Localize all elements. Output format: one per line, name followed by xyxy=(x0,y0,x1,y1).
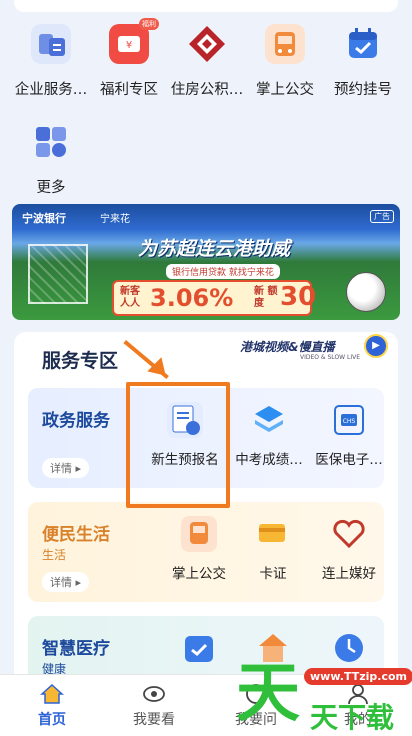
rate-value: 3.06% xyxy=(150,284,234,312)
enterprise-icon xyxy=(31,24,71,64)
svg-text:CHS: CHS xyxy=(343,418,356,425)
amount-value: 30 xyxy=(280,282,317,312)
tab-label: 首页 xyxy=(38,712,66,728)
play-icon[interactable]: ▶ xyxy=(364,334,388,358)
tab-home[interactable]: 首页 xyxy=(12,683,92,729)
video-promo-sublabel: VIDEO & SLOW LIVE xyxy=(300,354,361,361)
rate-box: 新客 人人 3.06% 新 额度 30 xyxy=(112,280,316,316)
grid-item-appointment[interactable]: 预约挂号 xyxy=(322,24,404,99)
grid-item-more[interactable]: 更多 xyxy=(10,122,92,197)
service-item-label: 医保电子… xyxy=(315,452,383,468)
more-icon xyxy=(31,122,71,162)
ad-label: 广告 xyxy=(370,210,394,223)
grid-item-bus[interactable]: 掌上公交 xyxy=(244,24,326,99)
tab-label: 我要看 xyxy=(133,712,175,728)
bus-icon xyxy=(265,24,305,64)
rate-right-label: 新 额度 xyxy=(254,286,278,309)
home-icon xyxy=(40,683,64,705)
banner-slogan: 为苏超连云港助威 xyxy=(138,238,291,260)
watermark-url: www.TTzip.com xyxy=(304,668,412,685)
svg-text:¥: ¥ xyxy=(126,40,132,51)
bus-icon xyxy=(181,516,217,552)
football-graphic xyxy=(346,272,386,312)
grid-item-label: 更多 xyxy=(36,180,66,196)
coupon-icon: ¥ 福利 xyxy=(109,18,159,64)
row-subtitle: 生活 xyxy=(42,548,67,562)
calendar-icon xyxy=(343,24,383,64)
service-item-exam-scores[interactable]: 中考成绩… xyxy=(224,402,314,468)
row-title: 政务服务 xyxy=(42,411,110,431)
grid-item-label: 预约挂号 xyxy=(334,82,392,98)
grid-item-label: 掌上公交 xyxy=(256,82,314,98)
grid-item-enterprise[interactable]: 企业服务… xyxy=(10,24,92,99)
card-icon xyxy=(255,516,291,552)
service-item-medical-insurance[interactable]: CHS 医保电子… xyxy=(304,402,394,468)
calendar-icon xyxy=(181,630,217,666)
grid-item-housing-fund[interactable]: 住房公积… xyxy=(166,24,248,99)
grid-item-welfare[interactable]: ¥ 福利 福利专区 xyxy=(88,18,170,99)
service-item-label: 中考成绩… xyxy=(235,452,303,468)
heart-icon xyxy=(331,516,367,552)
rate-left-label: 新客 人人 xyxy=(120,286,140,309)
layers-icon xyxy=(251,402,287,438)
grid-item-label: 企业服务… xyxy=(14,82,88,98)
row-title: 便民生活 xyxy=(42,525,110,545)
video-promo-label[interactable]: 港城视频&慢直播 xyxy=(240,338,334,355)
tab-watch[interactable]: 我要看 xyxy=(114,683,194,729)
service-zone-title: 服务专区 xyxy=(42,350,119,372)
details-button[interactable]: 详情 ▸ xyxy=(42,572,90,592)
bank-logo: 宁波银行 xyxy=(22,212,66,225)
top-card xyxy=(14,0,398,12)
watermark: 天 www.TTzip.com 天下载 xyxy=(236,656,412,736)
service-item-label: 连上媒好 xyxy=(322,566,376,582)
annotation-highlight-box xyxy=(126,382,230,508)
watermark-small-text: 天下载 xyxy=(310,701,395,734)
chs-insurance-icon: CHS xyxy=(331,402,367,438)
watermark-big-char: 天 xyxy=(236,657,300,731)
goal-net-graphic xyxy=(28,244,88,304)
details-button[interactable]: 详情 ▸ xyxy=(42,458,90,478)
eye-icon xyxy=(142,683,166,705)
row-title: 智慧医疗 xyxy=(42,639,110,659)
promo-banner[interactable]: 宁波银行 宁来花 广告 为苏超连云港助威 银行信用贷款 就找宁来花 新客 人人 … xyxy=(12,204,400,320)
banner-subtitle: 银行信用贷款 就找宁来花 xyxy=(166,264,280,279)
service-item-media[interactable]: 连上媒好 xyxy=(304,516,394,582)
service-row-convenience: 便民生活 生活 详情 ▸ 掌上公交 卡证 连上媒好 xyxy=(28,502,384,602)
grid-item-label: 福利专区 xyxy=(100,82,158,98)
welfare-badge: 福利 xyxy=(139,18,159,30)
housing-fund-icon xyxy=(187,24,227,64)
partner-logo: 宁来花 xyxy=(100,214,130,225)
grid-item-label: 住房公积… xyxy=(170,82,244,98)
